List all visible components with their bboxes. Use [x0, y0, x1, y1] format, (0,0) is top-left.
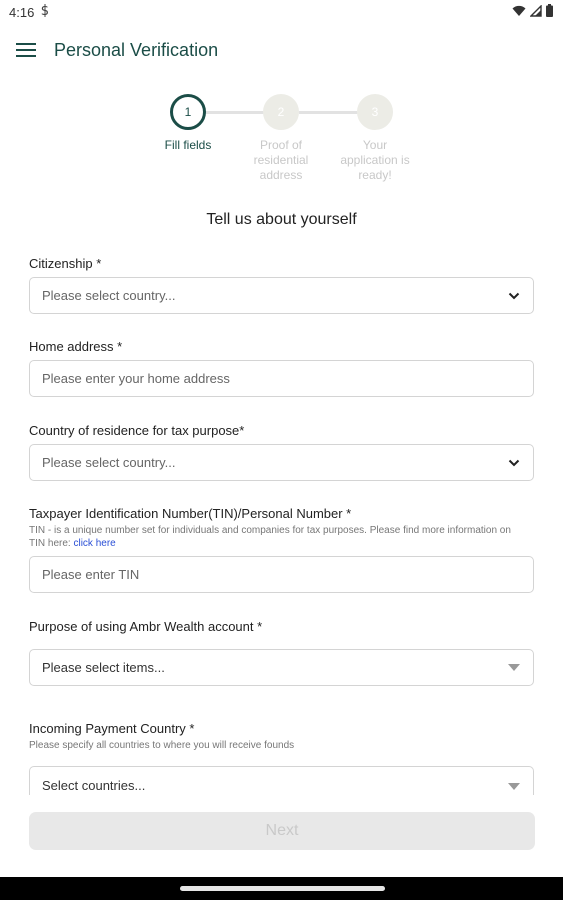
citizenship-select-value: Please select country... — [42, 288, 176, 303]
step-2-circle: 2 — [263, 94, 299, 130]
chevron-down-icon — [507, 289, 521, 303]
status-time: 4:16 — [9, 4, 35, 20]
wifi-icon — [512, 5, 526, 20]
purpose-label: Purpose of using Ambr Wealth account * — [29, 619, 263, 634]
battery-icon — [546, 4, 553, 20]
page-title: Personal Verification — [54, 39, 219, 60]
progress-stepper: 1 Fill fields 2 Proof of residential add… — [0, 94, 563, 194]
purpose-select-value: Please select items... — [42, 660, 165, 675]
tin-help-link[interactable]: click here — [73, 538, 115, 549]
tax-country-label: Country of residence for tax purpose* — [29, 423, 245, 438]
home-address-label: Home address * — [29, 339, 123, 354]
status-right — [512, 3, 553, 20]
purpose-multiselect[interactable]: Please select items... — [29, 649, 534, 686]
next-button[interactable]: Next — [29, 812, 535, 850]
step-3-label: Your application is ready! — [340, 138, 410, 182]
status-left: 4:16 S — [9, 4, 50, 20]
incoming-country-label: Incoming Payment Country * — [29, 721, 195, 736]
incoming-country-multiselect[interactable]: Select countries... — [29, 766, 534, 795]
signal-icon — [529, 3, 542, 20]
step-2: 2 Proof of residential address — [241, 94, 321, 183]
step-3: 3 Your application is ready! — [335, 94, 415, 183]
tax-country-select[interactable]: Please select country... — [29, 444, 534, 481]
tin-label: Taxpayer Identification Number(TIN)/Pers… — [29, 506, 352, 521]
step-1: 1 Fill fields — [148, 94, 228, 153]
incoming-country-help: Please specify all countries to where yo… — [29, 740, 295, 751]
triangle-down-icon — [507, 661, 521, 675]
hamburger-menu-icon[interactable] — [14, 38, 38, 62]
tax-country-select-value: Please select country... — [42, 455, 176, 470]
system-nav-bar — [0, 877, 563, 900]
citizenship-label: Citizenship * — [29, 256, 102, 271]
home-address-input[interactable]: Please enter your home address — [29, 360, 534, 397]
home-gesture-handle[interactable] — [180, 886, 385, 891]
tin-help: TIN - is a unique number set for individ… — [29, 524, 529, 550]
home-address-placeholder: Please enter your home address — [42, 371, 230, 386]
sync-s-icon: S — [40, 4, 50, 20]
step-3-circle: 3 — [357, 94, 393, 130]
tin-input[interactable]: Please enter TIN — [29, 556, 534, 593]
incoming-country-select-value: Select countries... — [42, 778, 146, 793]
citizenship-select[interactable]: Please select country... — [29, 277, 534, 314]
step-1-circle: 1 — [170, 94, 206, 130]
tin-placeholder: Please enter TIN — [42, 567, 140, 582]
chevron-down-icon — [507, 456, 521, 470]
status-bar: 4:16 S — [0, 0, 563, 24]
step-1-label: Fill fields — [164, 138, 212, 152]
step-2-label: Proof of residential address — [253, 138, 309, 182]
triangle-down-icon — [507, 779, 521, 793]
app-bar: Personal Verification — [0, 24, 563, 76]
form-heading: Tell us about yourself — [206, 211, 357, 228]
